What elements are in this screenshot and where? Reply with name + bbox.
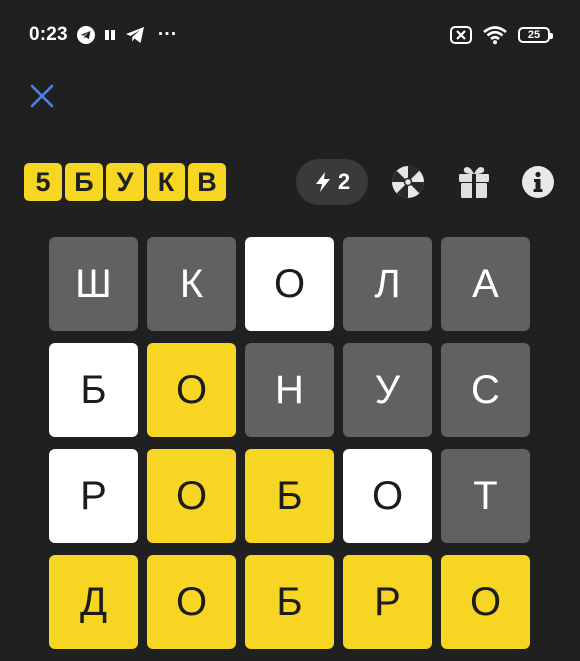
title-letter: У [106, 163, 144, 201]
info-button[interactable] [521, 165, 555, 199]
title-letter: 5 [24, 163, 62, 201]
letter-cell: Н [245, 343, 334, 437]
status-bar-left: 0:23 ··· [29, 24, 177, 46]
wheel-button[interactable] [391, 165, 425, 199]
wifi-icon [482, 25, 508, 45]
letter-cell: Р [343, 555, 432, 649]
letter-cell: Б [245, 555, 334, 649]
letter-cell: О [441, 555, 530, 649]
letter-cell: Т [441, 449, 530, 543]
letter-cell: Б [49, 343, 138, 437]
letter-cell: Б [245, 449, 334, 543]
status-more-icon: ··· [157, 24, 178, 45]
game-board: Ш К О Л А Б О Н У С Р О Б О Т Д О Б Р О [49, 237, 530, 661]
letter-cell: О [147, 555, 236, 649]
game-title: 5 Б У К В [24, 163, 226, 201]
letter-cell: А [441, 237, 530, 331]
wheel-icon [392, 166, 424, 198]
battery-indicator: 25 [518, 27, 553, 43]
close-button[interactable] [28, 82, 56, 110]
gift-button[interactable] [457, 165, 491, 199]
guess-row: Р О Б О Т [49, 449, 530, 543]
letter-cell: О [245, 237, 334, 331]
close-icon [30, 84, 54, 108]
no-sim-icon [450, 25, 472, 45]
info-icon [522, 166, 554, 198]
telegram-circle-icon [76, 26, 95, 44]
letter-cell: Д [49, 555, 138, 649]
title-letter: В [188, 163, 226, 201]
hints-button[interactable]: 2 [296, 159, 368, 205]
letter-cell: О [147, 449, 236, 543]
guess-row: Ш К О Л А [49, 237, 530, 331]
letter-cell: У [343, 343, 432, 437]
status-bar-right: 25 [450, 25, 553, 45]
letter-cell: Р [49, 449, 138, 543]
status-bar: 0:23 ··· 25 [0, 0, 580, 72]
status-time: 0:23 [29, 24, 68, 45]
lightning-icon [314, 171, 332, 193]
letter-cell: О [343, 449, 432, 543]
gift-icon [459, 167, 489, 198]
letter-cell: Л [343, 237, 432, 331]
letter-cell: О [147, 343, 236, 437]
pause-icon [104, 29, 116, 41]
hints-count: 2 [337, 169, 351, 194]
guess-row: Б О Н У С [49, 343, 530, 437]
title-letter: К [147, 163, 185, 201]
letter-cell: К [147, 237, 236, 331]
telegram-icon [125, 26, 145, 44]
letter-cell: Ш [49, 237, 138, 331]
title-letter: Б [65, 163, 103, 201]
letter-cell: С [441, 343, 530, 437]
guess-row: Д О Б Р О [49, 555, 530, 649]
